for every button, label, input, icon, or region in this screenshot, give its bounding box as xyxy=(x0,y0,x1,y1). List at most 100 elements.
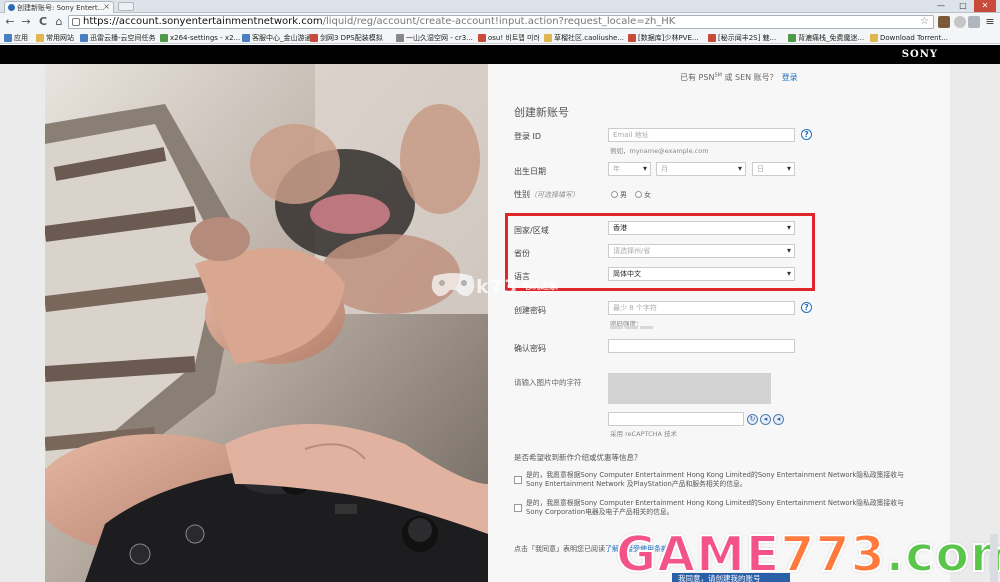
birth-month-select[interactable]: 月 xyxy=(656,162,746,176)
back-button[interactable]: ← xyxy=(3,15,17,29)
confirm-password-field[interactable] xyxy=(608,339,795,353)
signin-link[interactable]: 登录 xyxy=(782,73,798,82)
bookmark-item[interactable]: 客服中心_金山游通... xyxy=(242,33,318,43)
captcha-image xyxy=(608,373,771,404)
extension-gear-icon[interactable] xyxy=(954,16,966,28)
signin-sup: SM xyxy=(714,72,722,79)
url-host: https://account.sonyentertainmentnetwork… xyxy=(83,16,323,27)
bookmarks-bar: 应用 常用网站 迅雷云播-云空间任务 x264-settings - x2...… xyxy=(0,31,1000,44)
gender-label-text: 性别 xyxy=(514,190,530,199)
close-window-button[interactable]: ✕ xyxy=(974,0,996,12)
gender-female-radio[interactable]: 女 xyxy=(635,190,651,200)
consent-psn-checkbox[interactable] xyxy=(514,476,522,484)
reload-button[interactable]: C xyxy=(36,15,50,29)
email-field[interactable]: Email 地址 xyxy=(608,128,795,142)
page-title: 创建新账号 xyxy=(514,106,569,119)
signin-mid: 或 SEN 账号？ xyxy=(721,73,778,82)
extension-shield-icon[interactable] xyxy=(968,16,980,28)
bookmark-item[interactable]: 草榴社区.caoliushe... xyxy=(544,33,624,43)
consent-psn-line1: 是的，我愿意根据Sony Computer Entertainment Hong… xyxy=(526,471,904,479)
gender-male-label: 男 xyxy=(620,191,627,199)
k73-watermark: k73 xyxy=(476,276,519,298)
bookmark-item[interactable]: 迅雷云播-云空间任务 xyxy=(80,33,156,43)
gender-male-radio[interactable]: 男 xyxy=(611,190,627,200)
radio-circle-icon xyxy=(611,191,618,198)
newsletter-question: 是否希望收到新作介绍或优惠等信息？ xyxy=(514,453,642,462)
bookmark-folder[interactable]: 常用网站 xyxy=(36,33,74,43)
bookmark-item[interactable]: [数据库]少林PVE... xyxy=(628,33,699,43)
bookmark-item[interactable]: 一山久湿空网 - cr3... xyxy=(396,33,473,43)
captcha-audio-icon[interactable]: ◂ xyxy=(760,414,771,425)
browser-tab-strip: 创建新账号: Sony Entert... × — □ ✕ xyxy=(0,0,1000,13)
password-field[interactable]: 最少 8 个字符 xyxy=(608,301,795,315)
bookmark-item[interactable]: Download Torrent... xyxy=(870,33,948,43)
bookmark-item[interactable]: osu! 비트맵 미러 xyxy=(478,33,540,43)
captcha-input[interactable] xyxy=(608,412,744,426)
consent-psn-line2: Sony Entertainment Network 及PlayStation产… xyxy=(526,480,747,488)
consent-psn-text: 是的，我愿意根据Sony Computer Entertainment Hong… xyxy=(526,471,904,489)
bookmark-star-icon[interactable]: ☆ xyxy=(920,16,929,28)
strength-segment xyxy=(625,326,638,329)
birth-date-label: 出生日期 xyxy=(514,167,546,176)
lock-icon xyxy=(72,18,80,26)
maximize-button[interactable]: □ xyxy=(952,0,974,12)
login-id-label: 登录 ID xyxy=(514,132,542,141)
sony-logo[interactable]: SONY xyxy=(902,49,938,60)
game773-word: GAME xyxy=(615,526,781,582)
agree-prefix: 点击「我同意」表明您已阅读 xyxy=(514,545,605,553)
consent-sony-checkbox[interactable] xyxy=(514,504,522,512)
confirm-password-label: 确认密码 xyxy=(514,344,546,353)
bookmark-apps[interactable]: 应用 xyxy=(4,33,28,43)
tab-close-icon[interactable]: × xyxy=(103,2,110,11)
existing-account-line: 已有 PSNSM 或 SEN 账号？ 登录 xyxy=(680,72,798,83)
right-gutter xyxy=(950,64,1000,582)
consent-sony-text: 是的，我愿意根据Sony Computer Entertainment Hong… xyxy=(526,499,904,517)
page-favicon-icon xyxy=(8,4,15,11)
login-id-help-icon[interactable]: ? xyxy=(801,129,812,140)
bookmark-item[interactable]: x264-settings - x2... xyxy=(160,33,240,43)
password-help-icon[interactable]: ? xyxy=(801,302,812,313)
game773-watermark: GAME773.com xyxy=(615,526,1000,582)
bookmark-item[interactable]: 背漉痛栈_免费魔迷... xyxy=(788,33,864,43)
forward-button[interactable]: → xyxy=(19,15,33,29)
window-controls: — □ ✕ xyxy=(930,0,996,12)
left-gutter xyxy=(0,64,45,582)
consent-sony-line1: 是的，我愿意根据Sony Computer Entertainment Hong… xyxy=(526,499,904,507)
hero-photo xyxy=(45,64,488,582)
password-strength-meter xyxy=(610,326,654,332)
browser-toolbar: ← → C ⌂ https://account.sonyentertainmen… xyxy=(0,13,1000,31)
k73-gamepad-watermark-icon xyxy=(431,273,475,297)
recaptcha-note: 采用 reCAPTCHA 技术 xyxy=(610,430,678,438)
captcha-label: 请输入图片中的字符 xyxy=(514,378,582,387)
gamepad-photo-illustration xyxy=(45,64,488,582)
scrollbar[interactable] xyxy=(990,534,998,582)
menu-icon[interactable]: ≡ xyxy=(984,16,996,28)
radio-circle-icon xyxy=(635,191,642,198)
gender-optional-note: （可选择填写） xyxy=(530,191,579,199)
captcha-refresh-icon[interactable]: ↻ xyxy=(747,414,758,425)
k73-watermark-domain: .com xyxy=(530,289,553,299)
strength-segment xyxy=(640,326,653,329)
tab-title: 创建新账号: Sony Entert... xyxy=(17,4,105,12)
password-label: 创建密码 xyxy=(514,306,546,315)
consent-sony-line2: Sony Corporation电器及电子产品相关的信息。 xyxy=(526,508,674,516)
address-bar[interactable]: https://account.sonyentertainmentnetwork… xyxy=(68,15,934,29)
signin-prefix: 已有 PSN xyxy=(680,73,715,82)
extension-abp-icon[interactable] xyxy=(938,16,950,28)
bookmark-item[interactable]: [秘示闻丰2S] 魅... xyxy=(708,33,776,43)
game773-number: 773 xyxy=(779,526,886,582)
url-path: /liquid/reg/account/create-account!input… xyxy=(322,16,676,27)
birth-day-select[interactable]: 日 xyxy=(752,162,795,176)
bookmark-item[interactable]: 剑网3 DPS配装模拟 xyxy=(310,33,383,43)
tab-create-account[interactable]: 创建新账号: Sony Entert... × xyxy=(4,1,114,13)
new-tab-button[interactable] xyxy=(118,2,134,11)
strength-segment xyxy=(610,326,623,329)
home-button[interactable]: ⌂ xyxy=(52,15,66,29)
minimize-button[interactable]: — xyxy=(930,0,952,12)
gender-label: 性别（可选择填写） xyxy=(514,189,579,200)
birth-year-select[interactable]: 年 xyxy=(608,162,651,176)
sony-header-bar: SONY xyxy=(0,45,1000,64)
captcha-help-icon[interactable]: ◂ xyxy=(773,414,784,425)
email-example: 例如，myname@example.com xyxy=(610,147,709,155)
gender-female-label: 女 xyxy=(644,191,651,199)
